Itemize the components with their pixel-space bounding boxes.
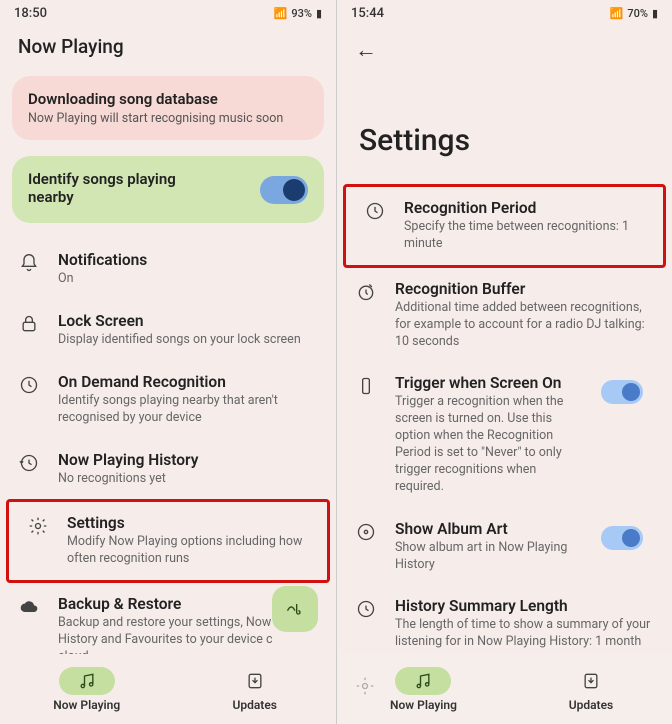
- status-bar: 18:50 📶 93% ▮: [0, 0, 336, 27]
- item-lockscreen[interactable]: Lock ScreenDisplay identified songs on y…: [0, 300, 336, 361]
- tab-updates[interactable]: Updates: [563, 667, 619, 712]
- status-icons: 📶 93% ▮: [274, 7, 322, 20]
- download-sub: Now Playing will start recognising music…: [28, 111, 308, 126]
- item-notifications[interactable]: NotificationsOn: [0, 239, 336, 300]
- clock-icon: [364, 201, 386, 221]
- item-album-art[interactable]: Show Album ArtShow album art in Now Play…: [337, 508, 672, 586]
- page-title: Settings: [337, 73, 672, 180]
- item-settings[interactable]: SettingsModify Now Playing options inclu…: [9, 502, 327, 580]
- arrow-back-icon: ←: [355, 38, 377, 63]
- tab-nowplaying[interactable]: Now Playing: [53, 667, 120, 712]
- phone-icon: [355, 376, 377, 396]
- item-recognition-buffer[interactable]: Recognition BufferAdditional time added …: [337, 268, 672, 363]
- status-bar: 15:44 📶 70% ▮: [337, 0, 672, 27]
- buffer-icon: [355, 282, 377, 302]
- download-title: Downloading song database: [28, 90, 308, 108]
- page-title: Now Playing: [0, 27, 336, 72]
- identify-title: Identify songs playing nearby: [28, 170, 218, 206]
- left-screen: 18:50 📶 93% ▮ Now Playing Downloading so…: [0, 0, 336, 724]
- ondemand-icon: [18, 375, 40, 395]
- bell-icon: [18, 253, 40, 273]
- item-trigger-screen[interactable]: Trigger when Screen OnTrigger a recognit…: [337, 362, 672, 507]
- status-time: 15:44: [351, 6, 384, 21]
- item-history[interactable]: Now Playing HistoryNo recognitions yet: [0, 439, 336, 500]
- album-toggle[interactable]: [601, 526, 643, 550]
- bottom-nav: Now Playing Updates: [0, 654, 336, 724]
- album-icon: [355, 522, 377, 542]
- status-time: 18:50: [14, 6, 47, 21]
- bottom-nav: Now Playing Updates: [337, 654, 672, 724]
- status-icons: 📶 70% ▮: [610, 7, 658, 20]
- settings-list: Recognition PeriodSpecify the time betwe…: [337, 180, 672, 654]
- back-button[interactable]: ←: [337, 27, 672, 73]
- right-screen: 15:44 📶 70% ▮ ← Settings Recognition Per…: [336, 0, 672, 724]
- history-icon: [355, 599, 377, 619]
- tab-nowplaying[interactable]: Now Playing: [390, 667, 457, 712]
- tab-updates[interactable]: Updates: [227, 667, 283, 712]
- trigger-toggle[interactable]: [601, 380, 643, 404]
- identify-toggle[interactable]: [260, 176, 308, 204]
- cloud-icon: [18, 597, 40, 617]
- history-icon: [18, 453, 40, 473]
- item-history-length[interactable]: History Summary LengthThe length of time…: [337, 585, 672, 654]
- identify-card[interactable]: Identify songs playing nearby: [12, 156, 324, 223]
- gear-icon: [27, 516, 49, 536]
- download-card: Downloading song database Now Playing wi…: [12, 76, 324, 140]
- lock-icon: [18, 314, 40, 334]
- item-recognition-period[interactable]: Recognition PeriodSpecify the time betwe…: [346, 187, 663, 265]
- item-ondemand[interactable]: On Demand RecognitionIdentify songs play…: [0, 361, 336, 439]
- gear-icon: [355, 676, 375, 700]
- fab-recognize[interactable]: [272, 586, 318, 632]
